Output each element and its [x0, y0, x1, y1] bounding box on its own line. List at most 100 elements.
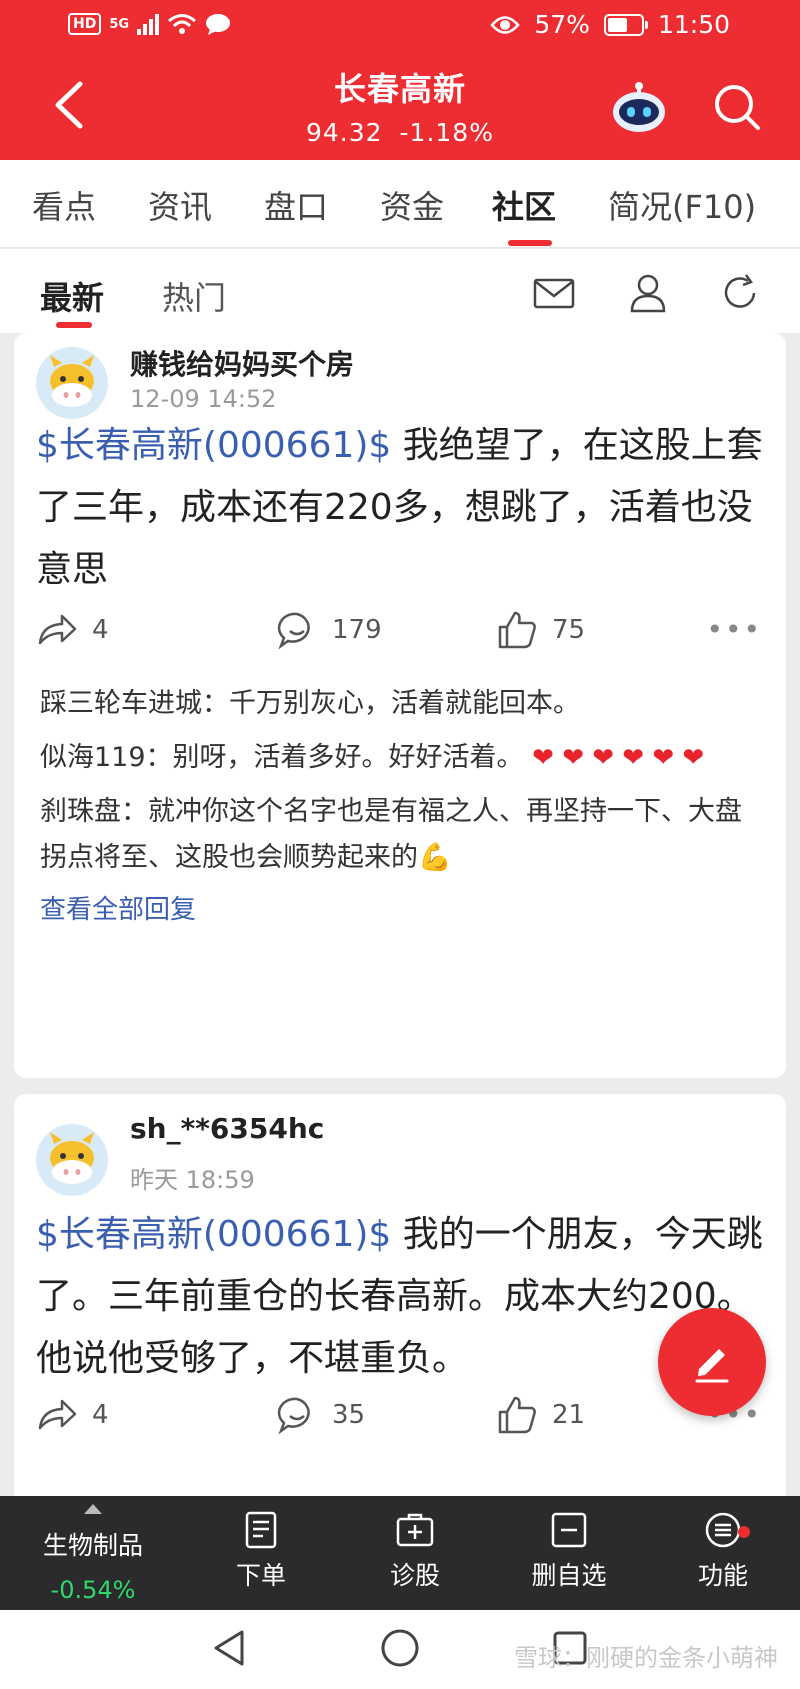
- stock-tag-link[interactable]: $长春高新(000661)$: [36, 1214, 391, 1255]
- post-author[interactable]: 赚钱给妈妈买个房: [130, 343, 354, 383]
- like-button[interactable]: 75: [496, 609, 585, 651]
- active-tab-indicator: [508, 240, 552, 246]
- reply-item[interactable]: 似海119：别呀，活着多好。好好活着。 ❤ ❤ ❤ ❤ ❤ ❤: [40, 735, 760, 781]
- menu-icon: [705, 1512, 741, 1548]
- clock: 11:50: [657, 10, 730, 39]
- pencil-icon: [695, 1349, 729, 1383]
- stock-tabs: 看点 资讯 盘口 资金 社区 简况(F10): [0, 160, 800, 248]
- watermark: 雪球：刚硬的金条小萌神: [514, 1644, 778, 1672]
- user-icon[interactable]: [626, 271, 670, 315]
- hd-badge: HD: [68, 13, 102, 35]
- comment-count: 35: [332, 1400, 366, 1430]
- place-order-button[interactable]: 下单: [206, 1510, 316, 1592]
- mail-icon[interactable]: [532, 271, 576, 315]
- share-count: 4: [92, 1400, 109, 1430]
- comment-count: 179: [332, 615, 382, 645]
- post-body[interactable]: $长春高新(000661)$ 我绝望了，在这股上套了三年，成本还有220多，想跳…: [36, 415, 766, 601]
- share-icon: [38, 1399, 77, 1430]
- compose-post-button[interactable]: [658, 1308, 766, 1416]
- share-button[interactable]: 4: [36, 609, 109, 651]
- stock-toolbar: 生物制品 -0.54% 下单 诊股 删自选 功能: [0, 1496, 800, 1610]
- nav-home-icon[interactable]: [378, 1626, 422, 1670]
- notification-dot: [738, 1526, 750, 1538]
- tab-community[interactable]: 社区: [492, 182, 556, 228]
- system-nav-bar: 雪球：刚硬的金条小萌神: [0, 1610, 800, 1689]
- community-subtabs: 最新 热门: [0, 249, 800, 333]
- cow-avatar-icon: [50, 1132, 94, 1184]
- comment-icon: [277, 612, 310, 650]
- post-body[interactable]: $长春高新(000661)$ 我的一个朋友，今天跳了。三年前重仓的长春高新。成本…: [36, 1204, 766, 1390]
- more-options-icon[interactable]: •••: [706, 613, 762, 646]
- tool-label: 诊股: [389, 1561, 440, 1590]
- network-type: 5G: [109, 16, 130, 32]
- sector-name: 生物制品: [42, 1531, 143, 1560]
- status-bar: HD 5G 57% 11:50: [0, 10, 800, 44]
- post-actions: 4 35 21 •••: [36, 1394, 776, 1438]
- tool-label: 下单: [235, 1561, 286, 1590]
- reply-author[interactable]: 似海119：: [40, 742, 173, 773]
- tab-profile-f10[interactable]: 简况(F10): [608, 182, 756, 228]
- view-all-replies-link[interactable]: 查看全部回复: [40, 889, 760, 926]
- post-time: 12-09 14:52: [130, 385, 277, 413]
- functions-button[interactable]: 功能: [668, 1510, 778, 1592]
- stock-tag-link[interactable]: $长春高新(000661)$: [36, 425, 391, 466]
- like-count: 21: [552, 1400, 586, 1430]
- robot-assistant-icon[interactable]: [610, 80, 668, 134]
- reply-list: 踩三轮车进城：千万别灰心，活着就能回本。 似海119：别呀，活着多好。好好活着。…: [40, 681, 760, 926]
- subtab-hot[interactable]: 热门: [162, 273, 226, 319]
- cow-avatar-icon: [50, 355, 94, 407]
- wifi-icon: [168, 14, 197, 34]
- comment-button[interactable]: 35: [276, 1394, 365, 1436]
- remove-watchlist-icon: [551, 1512, 587, 1548]
- search-button[interactable]: [712, 82, 762, 132]
- post-time: 昨天 18:59: [130, 1166, 255, 1194]
- tool-label: 删自选: [531, 1561, 607, 1590]
- thumbs-up-icon: [498, 1396, 536, 1434]
- signal-icon: [137, 13, 160, 35]
- app-header: HD 5G 57% 11:50 长春高新 94.32 -1.18%: [0, 0, 800, 160]
- heart-emoji-icons: ❤ ❤ ❤ ❤ ❤ ❤: [532, 743, 705, 773]
- share-icon: [38, 614, 77, 645]
- remove-from-watchlist-button[interactable]: 删自选: [514, 1510, 624, 1592]
- tab-orderbook[interactable]: 盘口: [264, 182, 328, 228]
- diagnose-stock-button[interactable]: 诊股: [360, 1510, 470, 1592]
- stock-title: 长春高新: [333, 70, 466, 108]
- thumbs-up-icon: [498, 611, 536, 649]
- nav-back-icon[interactable]: [208, 1626, 252, 1670]
- tab-funds[interactable]: 资金: [380, 182, 444, 228]
- caret-up-icon: [84, 1504, 102, 1514]
- refresh-icon[interactable]: [718, 271, 762, 315]
- comment-button[interactable]: 179: [276, 609, 382, 651]
- reply-text: 千万别灰心，活着就能回本。: [229, 688, 580, 719]
- post-actions: 4 179 75 •••: [36, 609, 776, 653]
- share-button[interactable]: 4: [36, 1394, 109, 1436]
- battery-icon: [603, 13, 648, 36]
- post-card[interactable]: 赚钱给妈妈买个房 12-09 14:52 $长春高新(000661)$ 我绝望了…: [14, 333, 786, 1078]
- post-author[interactable]: sh_**6354hc: [130, 1112, 324, 1145]
- stock-price: 94.32: [306, 118, 383, 147]
- stock-change: -1.18%: [399, 118, 494, 147]
- like-count: 75: [552, 615, 586, 645]
- stock-quote: 94.32 -1.18%: [0, 118, 800, 147]
- reply-author[interactable]: 刹珠盘：: [40, 796, 148, 827]
- like-button[interactable]: 21: [496, 1394, 585, 1436]
- comment-icon: [277, 1397, 310, 1435]
- tab-kandian[interactable]: 看点: [32, 182, 96, 228]
- order-icon: [245, 1511, 277, 1549]
- post-card[interactable]: sh_**6354hc 昨天 18:59 $长春高新(000661)$ 我的一个…: [14, 1094, 786, 1496]
- sector-indicator[interactable]: 生物制品 -0.54%: [18, 1504, 168, 1604]
- active-subtab-indicator: [56, 322, 92, 328]
- reply-item[interactable]: 刹珠盘：就冲你这个名字也是有福之人、再坚持一下、大盘拐点将至、这股也会顺势起来的…: [40, 789, 760, 881]
- reply-item[interactable]: 踩三轮车进城：千万别灰心，活着就能回本。: [40, 681, 760, 727]
- sector-change: -0.54%: [50, 1576, 136, 1604]
- tool-label: 功能: [697, 1561, 748, 1590]
- reply-text: 别呀，活着多好。好好活着。: [172, 742, 524, 773]
- tab-news[interactable]: 资讯: [148, 182, 212, 228]
- avatar[interactable]: [36, 347, 108, 419]
- reply-author[interactable]: 踩三轮车进城：: [40, 688, 229, 719]
- message-icon: [206, 14, 231, 35]
- avatar[interactable]: [36, 1124, 108, 1196]
- diagnose-icon: [396, 1513, 434, 1547]
- subtab-latest[interactable]: 最新: [40, 273, 104, 319]
- share-count: 4: [92, 615, 109, 645]
